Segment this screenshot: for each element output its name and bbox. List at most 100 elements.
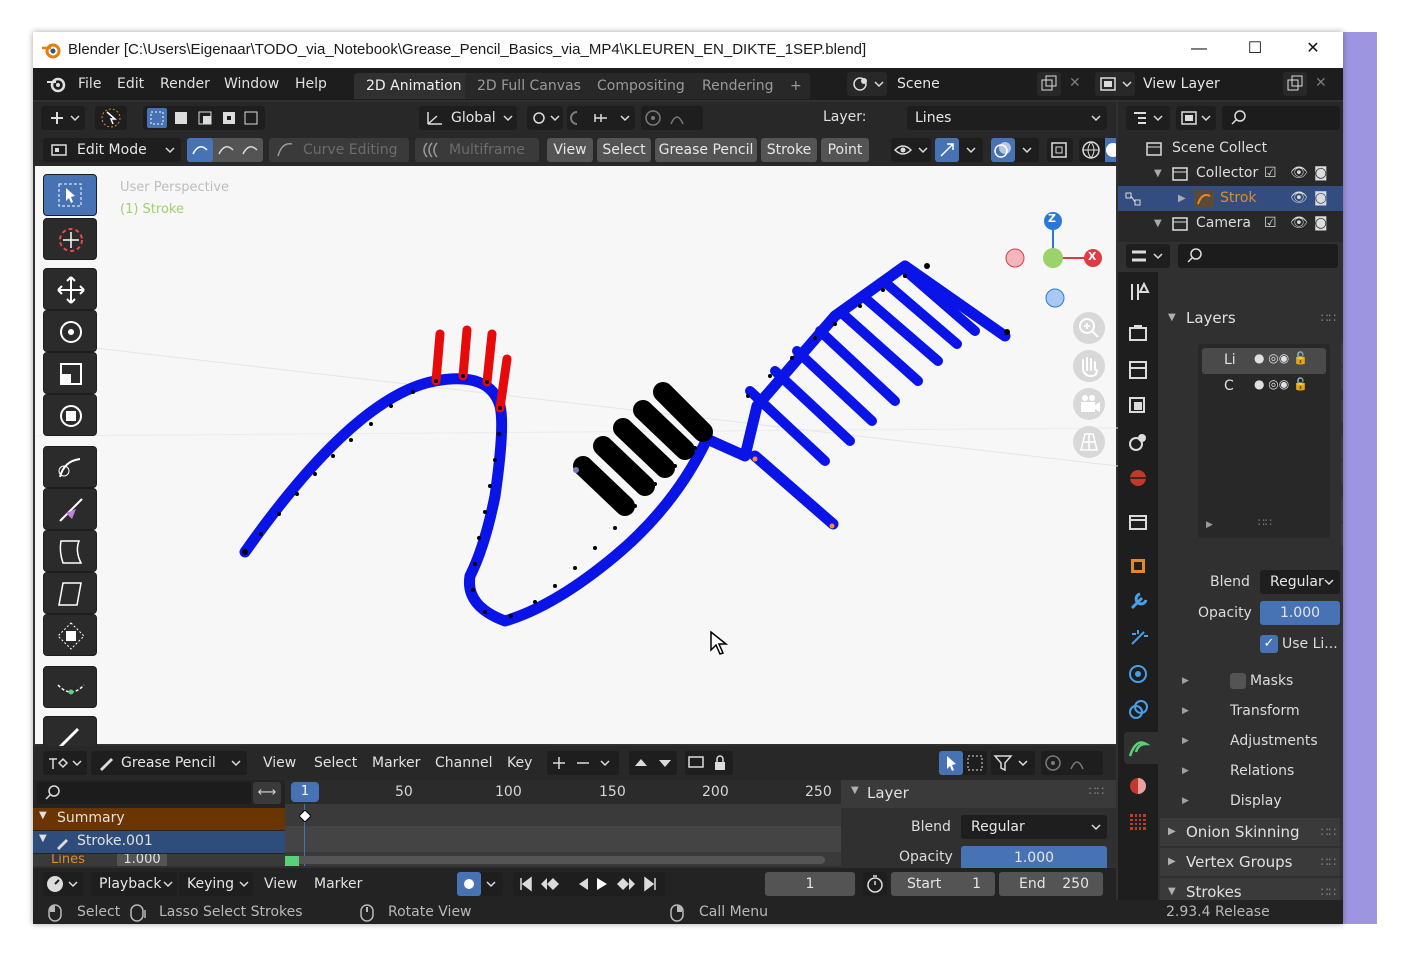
channel-stroke[interactable]: ▼ Stroke.001 bbox=[33, 831, 285, 853]
scale-tool[interactable] bbox=[43, 352, 97, 394]
summary-track[interactable] bbox=[285, 804, 841, 826]
stroke-track[interactable] bbox=[285, 826, 841, 852]
timeline-scrollbar[interactable] bbox=[295, 856, 825, 864]
data-tab[interactable] bbox=[1124, 732, 1158, 764]
perspective-toggle-icon[interactable] bbox=[1073, 426, 1105, 458]
channel-opacity-field[interactable]: 1.000 bbox=[117, 854, 167, 866]
start-frame-field[interactable]: Start 1 bbox=[891, 872, 995, 896]
minimize-button[interactable]: — bbox=[1171, 32, 1227, 68]
drag-handle-icon[interactable]: ∷∷ bbox=[1321, 848, 1336, 876]
close-button[interactable]: ✕ bbox=[1285, 32, 1341, 68]
maximize-button[interactable]: ☐ bbox=[1227, 32, 1283, 68]
eye-icon[interactable]: 👁 bbox=[1290, 186, 1308, 211]
use-lights-checkbox[interactable]: ✓ bbox=[1260, 635, 1278, 653]
layer-specials-button[interactable] bbox=[1341, 399, 1343, 423]
properties-search-input[interactable] bbox=[1178, 244, 1338, 268]
timeline-menu-marker[interactable]: Marker bbox=[314, 876, 362, 892]
menu-stroke[interactable]: Stroke bbox=[761, 138, 817, 162]
isolate-layer-button[interactable] bbox=[1341, 498, 1343, 522]
3d-viewport[interactable]: User Perspective (1) Stroke Z X bbox=[33, 166, 1118, 744]
curve-editing-toggle[interactable]: Curve Editing bbox=[269, 138, 409, 162]
drag-handle-icon[interactable]: ∷∷ bbox=[1321, 818, 1336, 846]
cursor-tool[interactable] bbox=[43, 218, 97, 260]
select-tool-icon[interactable] bbox=[95, 106, 127, 130]
outliner-search-input[interactable] bbox=[1222, 106, 1340, 130]
proportional-edit-group[interactable] bbox=[641, 106, 703, 130]
dopesheet-menu-view[interactable]: View bbox=[263, 755, 296, 771]
blender-menu-icon[interactable] bbox=[45, 74, 67, 94]
interpolate-tool[interactable] bbox=[43, 666, 97, 708]
expand-arrow-icon[interactable]: ▶ bbox=[1182, 796, 1189, 806]
pan-hand-icon[interactable] bbox=[1073, 350, 1105, 382]
frame-area[interactable]: 1 50 100 150 200 250 bbox=[285, 780, 841, 866]
modifier-tab-icon[interactable] bbox=[1124, 588, 1152, 616]
constraints-tab-icon[interactable] bbox=[1124, 696, 1152, 724]
menu-edit[interactable]: Edit bbox=[117, 76, 144, 92]
collapse-arrow-icon[interactable]: ▼ bbox=[39, 833, 47, 844]
layer-isolate-group[interactable] bbox=[685, 751, 733, 775]
multiframe-toggle[interactable]: Multiframe bbox=[415, 138, 539, 162]
gizmo-dropdown[interactable] bbox=[935, 138, 983, 162]
shading-modes[interactable] bbox=[1079, 138, 1120, 162]
display-mode-button[interactable] bbox=[1176, 106, 1216, 130]
xray-toggle[interactable] bbox=[1047, 138, 1073, 162]
layer-toggle-icons[interactable]: ● ◎◉ 🔓 bbox=[1254, 351, 1308, 365]
expand-arrow-icon[interactable]: ▼ bbox=[1154, 161, 1162, 186]
menu-render[interactable]: Render bbox=[160, 76, 210, 92]
drag-handle-icon[interactable]: ∷∷ bbox=[1089, 784, 1104, 798]
outliner-row-scene[interactable]: Scene Collect bbox=[1118, 136, 1343, 161]
selection-mode-group[interactable] bbox=[143, 106, 265, 130]
texture-tab-icon[interactable] bbox=[1124, 808, 1152, 836]
subpanel-relations[interactable]: Relations bbox=[1230, 763, 1294, 779]
channel-search-input[interactable] bbox=[37, 782, 251, 804]
object-tab-icon[interactable] bbox=[1124, 552, 1152, 580]
scene-tab-icon[interactable] bbox=[1124, 428, 1152, 456]
view-layer-name-field[interactable]: View Layer bbox=[1135, 72, 1281, 96]
select-mode-group[interactable] bbox=[187, 138, 263, 162]
menu-view[interactable]: View bbox=[547, 138, 593, 162]
expand-arrow-icon[interactable]: ▶ bbox=[1206, 520, 1213, 530]
outliner-editor-type-button[interactable] bbox=[1126, 106, 1170, 130]
menu-grease-pencil[interactable]: Grease Pencil bbox=[655, 138, 757, 162]
dopesheet-editor-type-button[interactable] bbox=[43, 751, 87, 775]
remove-layer-button[interactable]: − bbox=[1341, 367, 1343, 391]
transform-fill-tool[interactable] bbox=[43, 614, 97, 656]
view-layer-selector-button[interactable] bbox=[1095, 72, 1135, 96]
camera-icon[interactable]: ◙ bbox=[1314, 211, 1328, 236]
lock-layer-button[interactable] bbox=[1341, 523, 1343, 547]
frame-ruler[interactable]: 1 50 100 150 200 250 bbox=[285, 780, 841, 804]
dopesheet-mode-dropdown[interactable]: Grease Pencil bbox=[91, 751, 247, 775]
expand-arrow-icon[interactable]: ▶ bbox=[1178, 186, 1186, 211]
end-frame-field[interactable]: End 250 bbox=[999, 872, 1103, 896]
rotate-tool[interactable] bbox=[43, 310, 97, 352]
menu-select[interactable]: Select bbox=[597, 138, 651, 162]
layers-panel-header[interactable]: ▼ Layers ∷∷ bbox=[1160, 304, 1340, 332]
render-tab-icon[interactable] bbox=[1124, 320, 1152, 348]
to-sphere-tool[interactable] bbox=[43, 572, 97, 614]
camera-icon[interactable]: ◙ bbox=[1314, 161, 1328, 186]
outliner-row-collection[interactable]: ▼ Collector ☑ 👁 ◙ bbox=[1118, 161, 1343, 186]
eye-icon[interactable]: 👁 bbox=[1290, 161, 1308, 186]
subpanel-display[interactable]: Display bbox=[1230, 793, 1282, 809]
output-tab-icon[interactable] bbox=[1124, 356, 1152, 384]
collection-tab-icon[interactable] bbox=[1124, 508, 1152, 536]
scene-selector-button[interactable] bbox=[847, 72, 887, 96]
dopesheet-menu-channel[interactable]: Channel bbox=[435, 755, 492, 771]
subpanel-adjustments[interactable]: Adjustments bbox=[1230, 733, 1318, 749]
select-box-tool[interactable] bbox=[43, 174, 97, 216]
tab-compositing[interactable]: Compositing bbox=[585, 73, 697, 99]
move-layer-down-button[interactable] bbox=[1341, 461, 1343, 485]
mode-dropdown[interactable]: Edit Mode bbox=[43, 138, 181, 162]
expand-arrow-icon[interactable]: ▶ bbox=[1182, 766, 1189, 776]
radius-tool[interactable] bbox=[43, 446, 97, 488]
physics-tab-icon[interactable] bbox=[1124, 660, 1152, 688]
menu-window[interactable]: Window bbox=[224, 76, 279, 92]
view-layer-copy-button[interactable] bbox=[1283, 72, 1307, 96]
onion-skinning-panel-header[interactable]: ▶ Onion Skinning ∷∷ bbox=[1160, 818, 1340, 846]
sidebar-opacity-slider[interactable]: 1.000 bbox=[961, 846, 1107, 870]
camera-view-icon[interactable] bbox=[1073, 388, 1105, 420]
pivot-dropdown[interactable] bbox=[527, 106, 563, 130]
resize-handle-icon[interactable]: ∷∷ bbox=[1258, 516, 1272, 529]
outliner-row-camera[interactable]: ▼ Camera ☑ 👁 ◙ bbox=[1118, 211, 1343, 236]
channel-lines[interactable]: Lines 1.000 bbox=[33, 854, 285, 866]
